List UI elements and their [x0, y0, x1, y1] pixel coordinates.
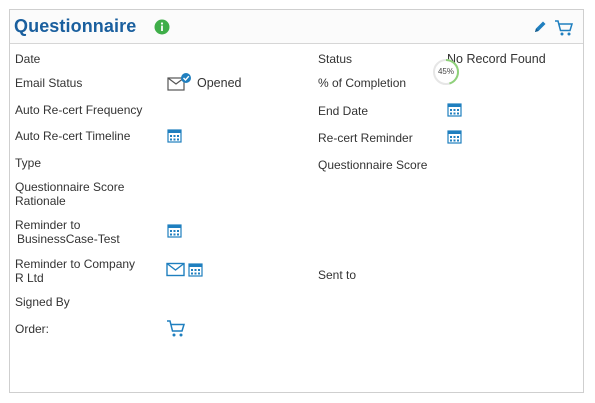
mail-icon[interactable] — [166, 262, 185, 277]
email-opened-icon — [167, 73, 191, 91]
email-status-label: Email Status — [15, 76, 83, 90]
page-title: Questionnaire — [14, 16, 137, 36]
questionnaire-card: Questionnaire — [9, 9, 584, 393]
status-value: No Record Found — [447, 52, 546, 66]
info-icon[interactable] — [154, 19, 170, 35]
questionnaire-score-label: Questionnaire Score — [318, 158, 428, 172]
cart-icon[interactable] — [554, 19, 574, 37]
auto-recert-frequency-label: Auto Re-cert Frequency — [15, 103, 143, 117]
reminder-company-label-line1: Reminder to Company — [15, 257, 136, 271]
end-date-label: End Date — [318, 104, 369, 118]
recert-reminder-label: Re-cert Reminder — [318, 131, 413, 145]
date-label: Date — [15, 52, 41, 66]
sent-to-label: Sent to — [318, 268, 357, 282]
calendar-icon[interactable] — [167, 223, 182, 238]
signed-by-label: Signed By — [15, 295, 70, 309]
edit-icon[interactable] — [532, 19, 548, 35]
card-header: Questionnaire — [10, 10, 583, 44]
score-rationale-label-line1: Questionnaire Score — [15, 180, 125, 194]
calendar-icon[interactable] — [188, 262, 203, 277]
completion-label: % of Completion — [318, 76, 407, 90]
completion-value: 45% — [437, 67, 454, 76]
reminder-to-label-line2: BusinessCase-Test — [17, 232, 120, 246]
email-status-value: Opened — [197, 76, 242, 90]
calendar-icon[interactable] — [447, 129, 462, 144]
type-label: Type — [15, 156, 42, 170]
auto-recert-timeline-label: Auto Re-cert Timeline — [15, 129, 131, 143]
reminder-company-label-line2: R Ltd — [15, 271, 44, 285]
calendar-icon[interactable] — [447, 102, 462, 117]
reminder-to-label-line1: Reminder to — [15, 218, 81, 232]
cart-icon[interactable] — [166, 319, 186, 338]
status-label: Status — [318, 52, 353, 66]
score-rationale-label-line2: Rationale — [15, 194, 66, 208]
calendar-icon[interactable] — [167, 128, 182, 143]
order-label: Order: — [15, 322, 50, 336]
